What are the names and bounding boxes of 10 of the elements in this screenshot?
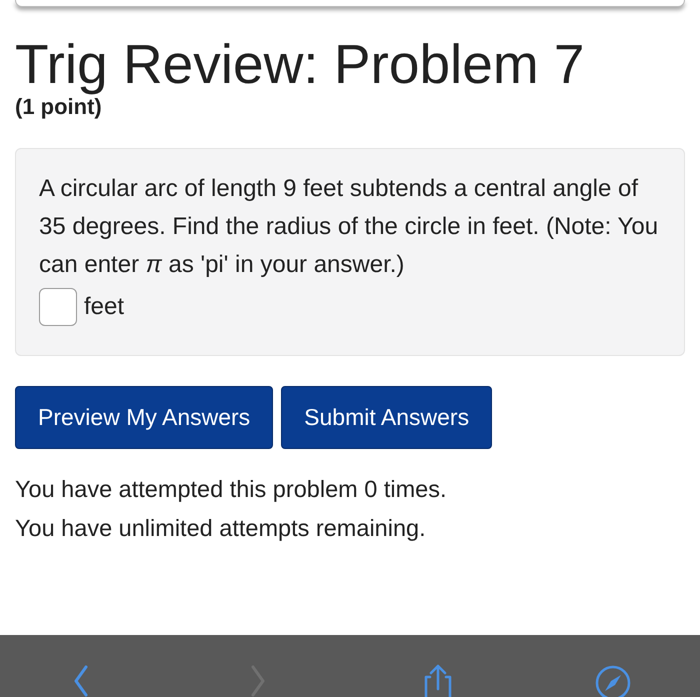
page-title: Trig Review: Problem 7 bbox=[15, 35, 586, 93]
answer-field[interactable] bbox=[39, 288, 77, 326]
problem-text: A circular arc of length 9 feet subtends a central angle of 35 degrees. Find the radius of the circle in feet. (Note: You can enter π as 'pi' in your answer.) bbox=[39, 174, 660, 280]
attempts-message: You have attempted this problem 0 times. bbox=[15, 475, 448, 504]
point-value: (1 point) bbox=[15, 94, 102, 121]
compass-icon[interactable] bbox=[594, 663, 630, 697]
submit-button[interactable]: Submit Answers bbox=[281, 386, 492, 449]
attempts-message: You have unlimited attempts remaining. bbox=[15, 514, 427, 543]
preview-button[interactable]: Preview My Answers bbox=[15, 386, 274, 449]
unit-label: feet bbox=[84, 293, 124, 321]
